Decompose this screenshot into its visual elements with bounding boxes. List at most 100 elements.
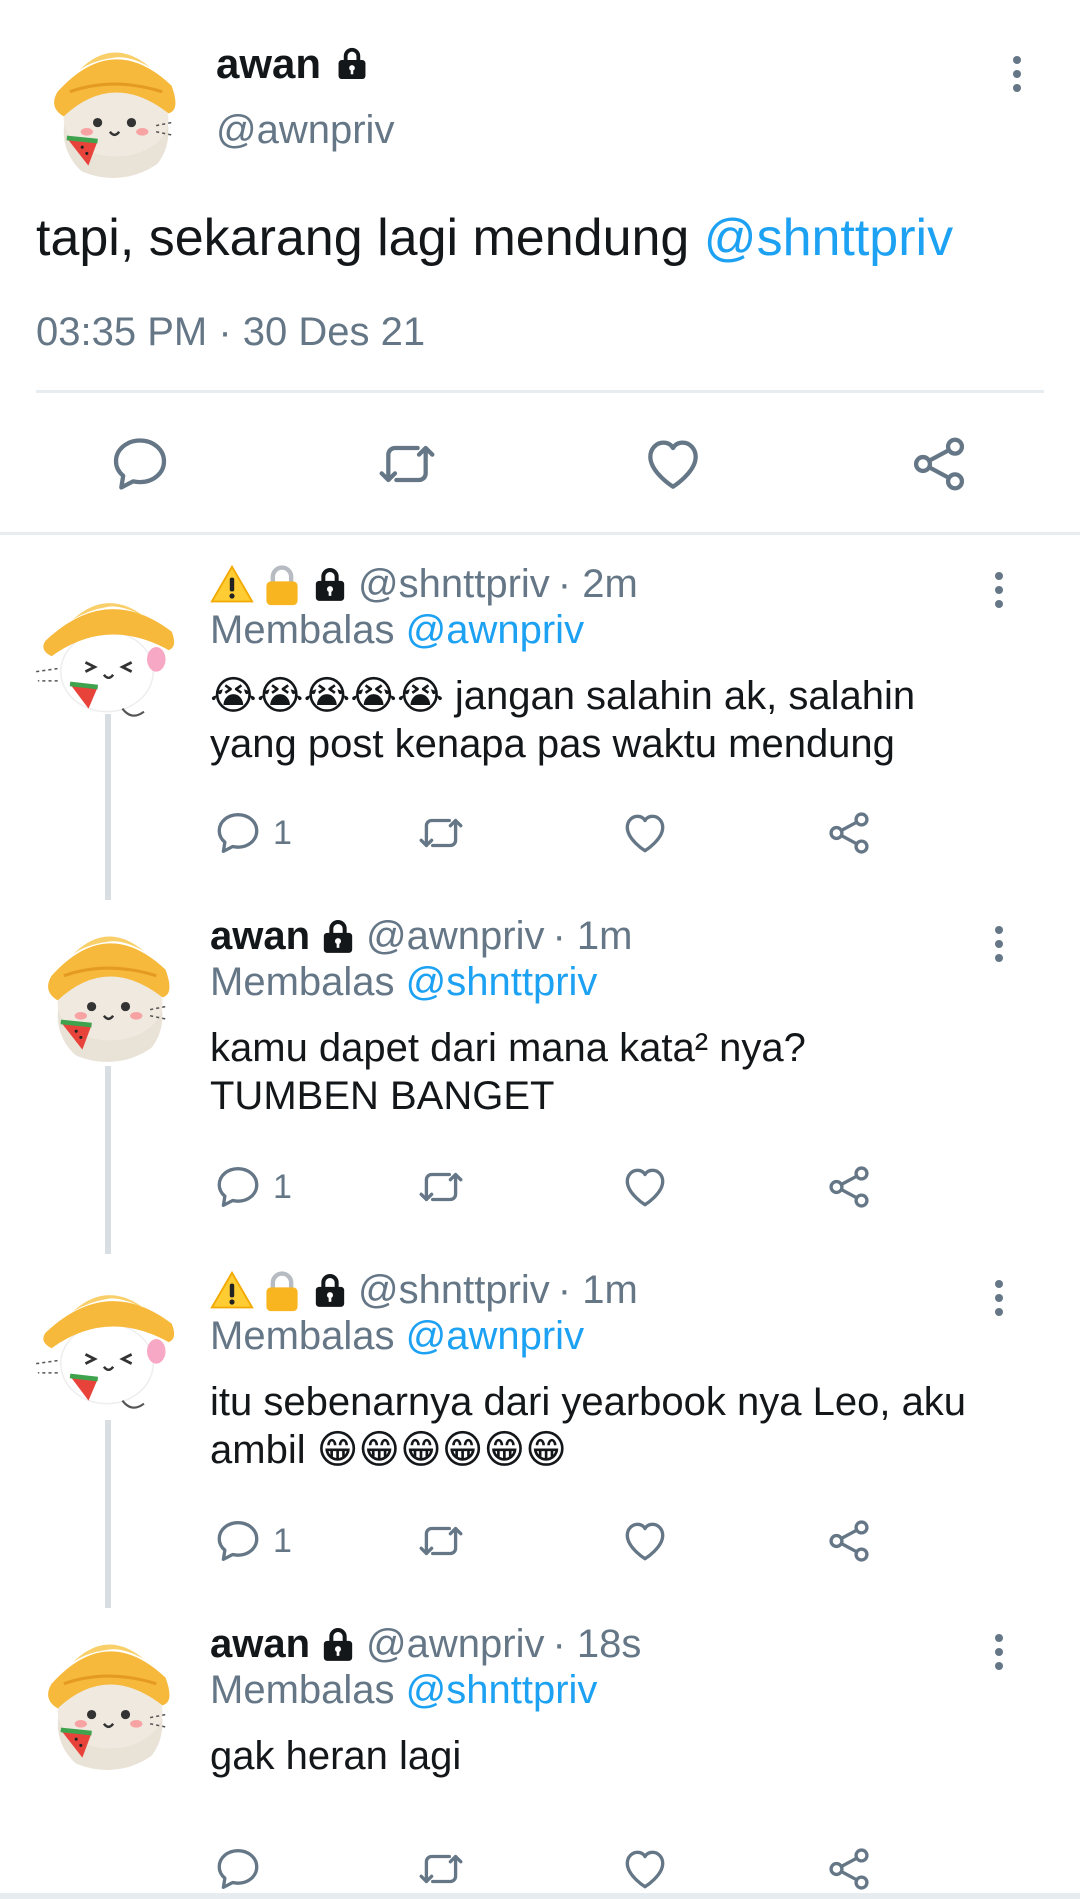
retweet-button[interactable]: [416, 1844, 466, 1894]
reply-text-line: gak heran lagi: [210, 1734, 462, 1778]
share-icon[interactable]: [907, 432, 971, 496]
retweet-icon[interactable]: [375, 432, 439, 496]
reply-text-line: kamu dapet dari mana kata² nya?: [210, 1026, 806, 1070]
reply-time: · 2m: [557, 562, 638, 606]
tweet-text: tapi, sekarang lagi mendung @shnttpriv: [36, 208, 953, 268]
avatar[interactable]: [30, 908, 184, 1062]
comment-icon: [213, 1516, 263, 1566]
display-name[interactable]: awan: [210, 914, 310, 959]
reply-text-line: 😭😭😭😭😭 jangan salahin ak, salahin: [210, 672, 1010, 720]
reply-tweet[interactable]: @shnttpriv · 2m Membalas @awnpriv 😭😭😭😭😭 …: [0, 548, 1080, 900]
mention-link[interactable]: @awnpriv: [406, 608, 584, 652]
user-handle[interactable]: @shnttpriv: [358, 562, 550, 607]
mention-link[interactable]: @shnttpriv: [406, 1668, 598, 1712]
comment-icon: [213, 1844, 263, 1894]
reply-time: · 1m: [552, 914, 633, 958]
divider: [0, 1893, 1080, 1899]
more-vertical-icon: [994, 1632, 1004, 1672]
share-button[interactable]: [824, 1162, 874, 1212]
share-button[interactable]: [824, 1516, 874, 1566]
tweet-timestamp: 03:35 PM · 30 Des 21: [36, 310, 426, 354]
more-vertical-icon: [994, 570, 1004, 610]
more-options-button[interactable]: [979, 1622, 1019, 1682]
mention-link[interactable]: @shnttpriv: [406, 960, 598, 1004]
like-button[interactable]: [620, 808, 670, 858]
reply-count: 1: [273, 1167, 292, 1206]
reply-text: kamu dapet dari mana kata² nya? TUMBEN B…: [210, 1024, 1010, 1120]
reply-tweet[interactable]: awan @awnpriv · 18s Membalas @shnttpriv …: [0, 1608, 1080, 1893]
avatar[interactable]: [30, 1616, 184, 1770]
retweet-button[interactable]: [416, 1162, 466, 1212]
reply-button[interactable]: [213, 1844, 273, 1894]
share-icon: [824, 1162, 874, 1212]
more-options-button[interactable]: [979, 914, 1019, 974]
mention-link[interactable]: @shnttpriv: [704, 209, 953, 267]
more-vertical-icon: [994, 1278, 1004, 1318]
more-options-button[interactable]: [979, 560, 1019, 620]
more-options-button[interactable]: [997, 44, 1037, 104]
retweet-icon: [416, 1844, 466, 1894]
replying-label: Membalas: [210, 608, 406, 652]
heart-icon: [620, 1844, 670, 1894]
display-name[interactable]: awan: [216, 40, 371, 88]
cat-avatar-icon: [36, 24, 190, 178]
avatar[interactable]: [30, 1262, 184, 1416]
cat-avatar-icon: [30, 570, 184, 724]
retweet-button[interactable]: [416, 1516, 466, 1566]
divider: [36, 390, 1044, 393]
cat-avatar-icon: [30, 1262, 184, 1416]
replying-to: Membalas @awnpriv: [210, 1314, 584, 1359]
user-handle[interactable]: @awnpriv: [366, 914, 544, 959]
like-button[interactable]: [620, 1162, 670, 1212]
share-button[interactable]: [824, 808, 874, 858]
reply-text: itu sebenarnya dari yearbook nya Leo, ak…: [210, 1378, 1010, 1474]
more-options-button[interactable]: [979, 1268, 1019, 1328]
avatar[interactable]: [36, 24, 190, 178]
share-icon: [824, 1844, 874, 1894]
padlock-icon: [260, 1269, 304, 1313]
comment-icon[interactable]: [108, 432, 172, 496]
reply-tweet[interactable]: @shnttpriv · 1m Membalas @awnpriv itu se…: [0, 1254, 1080, 1608]
lock-icon: [310, 1271, 350, 1311]
user-handle[interactable]: @awnpriv: [216, 108, 394, 153]
reply-time: · 18s: [552, 1622, 642, 1666]
like-button[interactable]: [620, 1844, 670, 1894]
main-tweet: awan @awnpriv tapi, sekarang lagi mendun…: [0, 0, 1080, 535]
reply-button[interactable]: 1: [213, 1516, 292, 1566]
comment-icon: [213, 808, 263, 858]
heart-icon: [620, 1162, 670, 1212]
warning-icon: [210, 563, 254, 607]
user-handle[interactable]: @shnttpriv: [358, 1268, 550, 1313]
name-emoji-group: [210, 1269, 350, 1313]
tweet-body: tapi, sekarang lagi mendung: [36, 209, 704, 267]
reply-button[interactable]: 1: [213, 808, 292, 858]
emoji-group: 😁😁😁😁😁😁: [316, 1428, 567, 1472]
reply-tweet[interactable]: awan @awnpriv · 1m Membalas @shnttpriv k…: [0, 900, 1080, 1254]
user-handle[interactable]: @awnpriv: [366, 1622, 544, 1667]
reply-header: awan @awnpriv · 1m: [210, 914, 632, 959]
mention-link[interactable]: @awnpriv: [406, 1314, 584, 1358]
reply-time: · 1m: [557, 1268, 638, 1312]
avatar[interactable]: [30, 570, 184, 724]
reply-text-segment: ambil: [210, 1428, 317, 1472]
lock-icon: [333, 45, 371, 83]
heart-icon[interactable]: [641, 432, 705, 496]
reply-text-line: itu sebenarnya dari yearbook nya Leo, ak…: [210, 1380, 967, 1424]
warning-icon: [210, 1269, 254, 1313]
replying-to: Membalas @awnpriv: [210, 608, 584, 653]
lock-icon: [318, 917, 358, 957]
lock-icon: [318, 1625, 358, 1665]
like-button[interactable]: [620, 1516, 670, 1566]
reply-header: @shnttpriv · 1m: [210, 1268, 638, 1313]
display-name[interactable]: awan: [210, 1622, 310, 1667]
reply-text: 😭😭😭😭😭 jangan salahin ak, salahin yang po…: [210, 672, 1010, 768]
padlock-icon: [260, 563, 304, 607]
thread-line: [105, 1420, 111, 1608]
retweet-button[interactable]: [416, 808, 466, 858]
share-button[interactable]: [824, 1844, 874, 1894]
reply-text-line: ambil 😁😁😁😁😁😁: [210, 1426, 1010, 1474]
reply-text-segment: jangan salahin ak, salahin: [443, 674, 916, 718]
reply-text-line: yang post kenapa pas waktu mendung: [210, 722, 895, 766]
reply-button[interactable]: 1: [213, 1162, 292, 1212]
emoji-group: 😭😭😭😭😭: [210, 674, 444, 718]
